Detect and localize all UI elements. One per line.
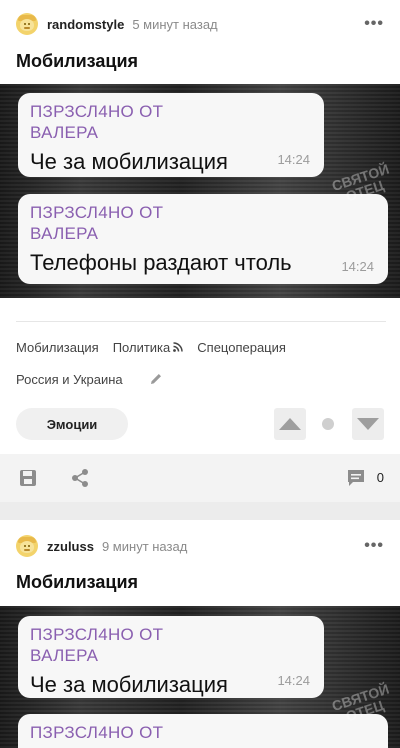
more-icon[interactable]: •••	[364, 15, 384, 33]
forwarded-label: ПЗРЗСЛ4НО ОТ ВАЛЕРА	[30, 625, 164, 665]
forwarded-label: ПЗРЗСЛ4НО ОТ ВАЛЕРА	[30, 102, 164, 142]
comment-count[interactable]: 0	[377, 470, 384, 485]
pencil-icon[interactable]	[149, 372, 163, 386]
action-bar: 0	[0, 454, 400, 502]
divider	[16, 321, 386, 322]
tag[interactable]: Мобилизация	[16, 340, 99, 355]
tag-list: Мобилизация Политика Спецоперация Россия…	[16, 337, 386, 389]
message-time: 14:24	[341, 259, 374, 274]
rating-indicator	[322, 418, 334, 430]
share-icon[interactable]	[70, 468, 90, 488]
post-image[interactable]: ПЗРЗСЛ4НО ОТ ВАЛЕРА Че за мобилизация 14…	[0, 606, 400, 748]
tag[interactable]: Россия и Украина	[16, 372, 123, 387]
post-1: randomstyle 5 минут назад ••• Мобилизаци…	[0, 0, 400, 502]
post-image[interactable]: ПЗРЗСЛ4НО ОТ ВАЛЕРА Че за мобилизация 14…	[0, 84, 400, 298]
message-bubble: ПЗРЗСЛ4НО ОТ	[18, 714, 388, 748]
downvote-button[interactable]	[352, 408, 384, 440]
message-bubble: ПЗРЗСЛ4НО ОТ ВАЛЕРА Че за мобилизация 14…	[18, 616, 324, 698]
emotions-button[interactable]: Эмоции	[16, 408, 128, 440]
message-text: Че за мобилизация	[30, 672, 228, 697]
post-title[interactable]: Мобилизация	[16, 572, 138, 593]
message-bubble: ПЗРЗСЛ4НО ОТ ВАЛЕРА Че за мобилизация 14…	[18, 93, 324, 177]
message-bubble: ПЗРЗСЛ4НО ОТ ВАЛЕРА Телефоны раздают что…	[18, 194, 388, 284]
arrow-down-icon	[357, 418, 379, 430]
tag-label: Политика	[112, 339, 171, 355]
post-header: randomstyle 5 минут назад •••	[16, 12, 384, 36]
post-header: zzuluss 9 минут назад •••	[16, 534, 384, 558]
post-2: zzuluss 9 минут назад ••• Мобилизация ПЗ…	[0, 520, 400, 748]
more-icon[interactable]: •••	[364, 537, 384, 555]
forwarded-label: ПЗРЗСЛ4НО ОТ	[30, 723, 164, 742]
message-time: 14:24	[277, 152, 310, 167]
avatar[interactable]	[16, 535, 38, 557]
author-name[interactable]: zzuluss	[47, 539, 94, 554]
forwarded-label: ПЗРЗСЛ4НО ОТ ВАЛЕРА	[30, 203, 164, 243]
avatar[interactable]	[16, 13, 38, 35]
post-time: 9 минут назад	[101, 538, 188, 554]
upvote-button[interactable]	[274, 408, 306, 440]
post-title[interactable]: Мобилизация	[16, 51, 138, 72]
save-icon[interactable]	[18, 468, 38, 488]
tag[interactable]: Спецоперация	[197, 340, 286, 355]
rss-icon[interactable]	[173, 342, 184, 352]
post-time: 5 минут назад	[132, 16, 218, 32]
comment-icon[interactable]	[346, 468, 366, 488]
tag-politics[interactable]: Политика	[113, 340, 184, 355]
message-text: Телефоны раздают чтоль	[30, 250, 292, 275]
author-name[interactable]: randomstyle	[47, 17, 124, 32]
message-time: 14:24	[277, 673, 310, 688]
arrow-up-icon	[279, 418, 301, 430]
message-text: Че за мобилизация	[30, 149, 228, 174]
post-separator	[0, 502, 400, 520]
